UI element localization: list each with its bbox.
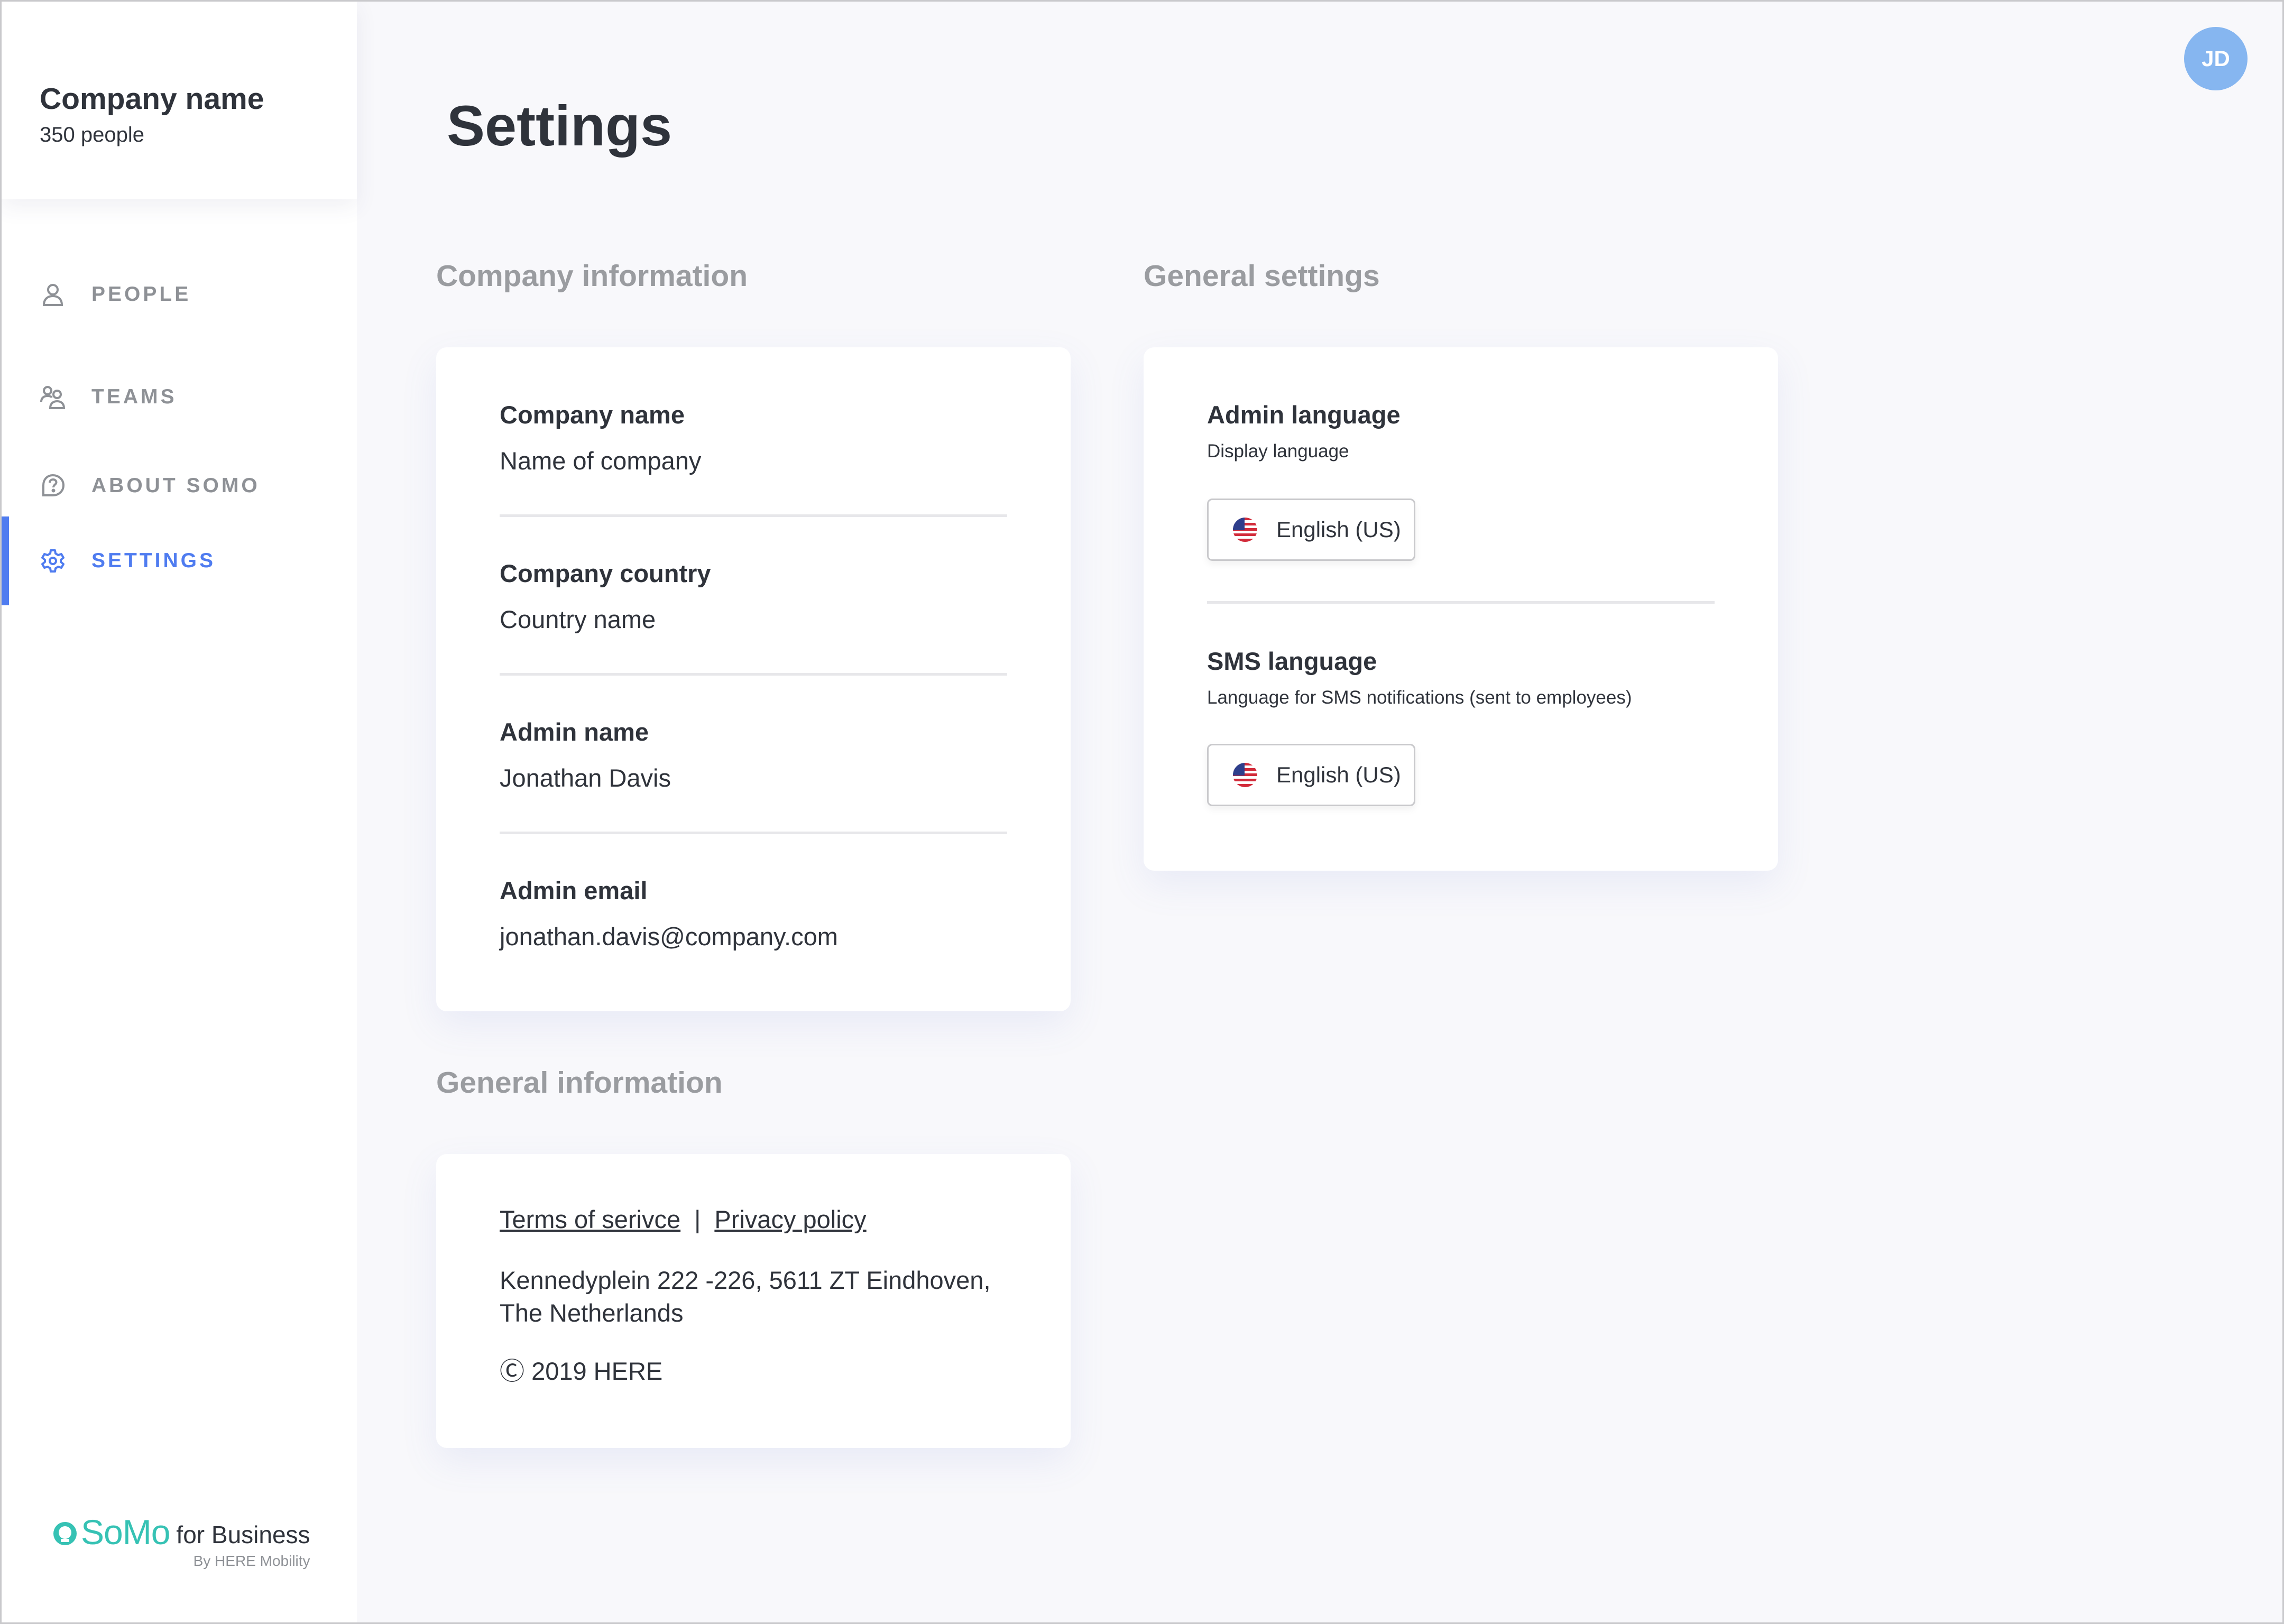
brand-byline: By HERE Mobility <box>193 1553 310 1569</box>
field-description: Language for SMS notifications (sent to … <box>1207 687 1632 708</box>
divider <box>500 514 1007 517</box>
people-icon <box>40 384 66 410</box>
company-info-card: Company name Name of company Company cou… <box>436 347 1071 1011</box>
gear-icon <box>40 548 66 574</box>
privacy-link[interactable]: Privacy policy <box>714 1205 866 1233</box>
copyright: Ⓒ 2019 HERE <box>500 1351 662 1387</box>
field-value: Jonathan Davis <box>500 764 671 792</box>
sms-language-setting: SMS language Language for SMS notificati… <box>1207 647 1715 708</box>
sidebar-item-people[interactable]: PEOPLE <box>2 250 357 339</box>
field-label: Company country <box>500 559 711 587</box>
admin-language-select[interactable]: English (US) <box>1207 499 1415 561</box>
divider <box>500 832 1007 834</box>
brand-suffix: for Business <box>176 1521 310 1548</box>
section-title-general-info: General information <box>436 1066 723 1100</box>
divider <box>1207 601 1715 604</box>
sms-language-value: English (US) <box>1276 762 1401 787</box>
field-company-country: Company country Country name <box>500 559 1007 634</box>
terms-link[interactable]: Terms of serivce <box>500 1205 680 1233</box>
sidebar-item-label: TEAMS <box>91 385 177 408</box>
field-admin-name: Admin name Jonathan Davis <box>500 717 1007 792</box>
app-window: Company name 350 people PEOPLE TEAMS ABO… <box>0 0 2284 1624</box>
field-label: Admin language <box>1207 401 1401 429</box>
brand-name: SoMo <box>81 1512 170 1552</box>
sidebar-item-label: PEOPLE <box>91 283 191 306</box>
admin-language-value: English (US) <box>1276 517 1401 542</box>
address-line: The Netherlands <box>500 1299 684 1327</box>
field-admin-email: Admin email jonathan.davis@company.com <box>500 876 1007 951</box>
sidebar-item-settings[interactable]: SETTINGS <box>2 516 357 605</box>
somo-logo-icon <box>53 1522 77 1545</box>
us-flag-icon <box>1233 518 1257 542</box>
company-title: Company name <box>40 82 264 116</box>
sidebar-item-label: SETTINGS <box>91 549 216 572</box>
field-value: Name of company <box>500 447 702 475</box>
copyright-text: 2019 HERE <box>531 1357 663 1385</box>
link-separator: | <box>694 1205 701 1233</box>
field-label: Admin name <box>500 718 649 746</box>
general-settings-card: Admin language Display language English … <box>1144 347 1778 871</box>
company-size: 350 people <box>40 123 144 146</box>
field-label: Company name <box>500 401 685 429</box>
sidebar-item-teams[interactable]: TEAMS <box>2 353 357 441</box>
field-label: SMS language <box>1207 647 1377 675</box>
person-icon <box>40 281 66 308</box>
field-value: Country name <box>500 605 656 633</box>
sidebar-item-label: ABOUT SOMO <box>91 474 260 497</box>
brand-logo: SoMo for Business By HERE Mobility <box>51 1515 310 1570</box>
field-value: jonathan.davis@company.com <box>500 922 838 951</box>
page-title: Settings <box>447 94 673 158</box>
general-info-card: Terms of serivce | Privacy policy Kennedyp… <box>436 1154 1071 1448</box>
address-line: Kennedyplein 222 -226, 5611 ZT Eindhoven… <box>500 1266 991 1294</box>
question-bubble-icon <box>40 473 66 499</box>
field-label: Admin email <box>500 876 648 905</box>
divider <box>500 673 1007 676</box>
sidebar: Company name 350 people PEOPLE TEAMS ABO… <box>2 2 357 1622</box>
field-description: Display language <box>1207 441 1349 462</box>
section-title-general-settings: General settings <box>1144 259 1380 293</box>
admin-language-setting: Admin language Display language <box>1207 400 1715 462</box>
section-title-company-info: Company information <box>436 259 748 293</box>
company-address: Kennedyplein 222 -226, 5611 ZT Eindhoven… <box>500 1264 1007 1330</box>
copyright-symbol: Ⓒ <box>500 1357 524 1385</box>
company-header: Company name 350 people <box>2 2 357 199</box>
us-flag-icon <box>1233 763 1257 787</box>
legal-links: Terms of serivce | Privacy policy <box>500 1205 867 1234</box>
sms-language-select[interactable]: English (US) <box>1207 744 1415 806</box>
avatar[interactable]: JD <box>2184 27 2248 90</box>
field-company-name: Company name Name of company <box>500 400 1007 475</box>
